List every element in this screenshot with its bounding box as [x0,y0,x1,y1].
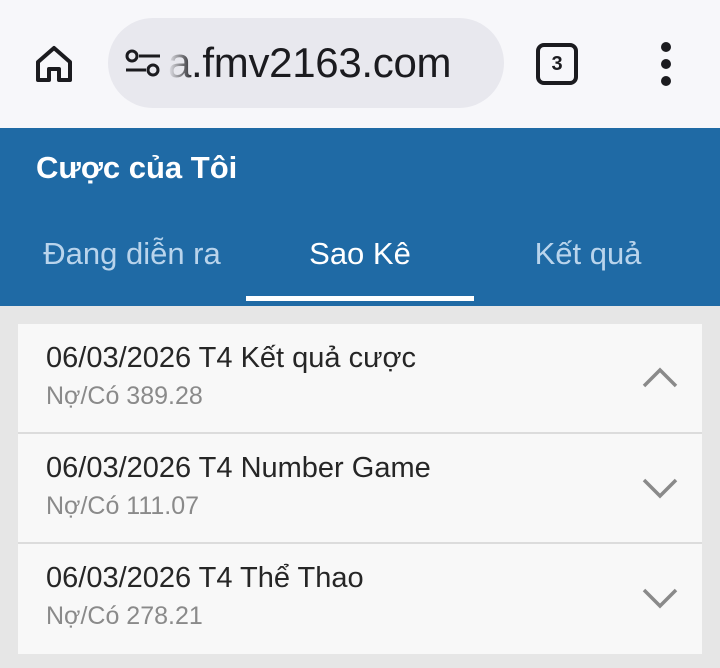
tab-statement[interactable]: Sao Kê [246,236,474,286]
list-item[interactable]: 06/03/2026 T4 Thể Thao Nợ/Có 278.21 [18,544,702,654]
chevron-down-icon[interactable] [640,582,680,612]
site-settings-button[interactable] [122,42,164,84]
tab-switcher-button[interactable]: 3 [536,43,578,85]
list-item[interactable]: 06/03/2026 T4 Number Game Nợ/Có 111.07 [18,434,702,544]
home-button[interactable] [30,40,78,88]
tab-count: 3 [551,52,563,75]
item-amount: Nợ/Có 389.28 [46,382,203,410]
item-amount: Nợ/Có 278.21 [46,602,203,630]
list-item[interactable]: 06/03/2026 T4 Kết quả cược Nợ/Có 389.28 [18,324,702,434]
address-bar[interactable]: a.fmv2163.com [108,18,504,108]
app-header: Cược của Tôi Đang diễn ra Sao Kê Kết quả [0,128,720,306]
item-title: 06/03/2026 T4 Kết quả cược [46,342,417,374]
item-title: 06/03/2026 T4 Thể Thao [46,562,364,594]
url-text[interactable]: a.fmv2163.com [168,18,452,108]
chevron-down-icon[interactable] [640,472,680,502]
page-title: Cược của Tôi [36,150,238,185]
tab-ongoing[interactable]: Đang diễn ra [0,236,246,286]
item-title: 06/03/2026 T4 Number Game [46,452,431,484]
tune-icon [125,49,160,77]
url-fade [168,18,194,108]
browser-toolbar: a.fmv2163.com 3 [0,0,720,128]
home-icon [36,46,72,82]
tab-results[interactable]: Kết quả [474,236,702,286]
item-amount: Nợ/Có 111.07 [46,492,200,520]
active-tab-indicator [246,296,474,301]
statement-list: 06/03/2026 T4 Kết quả cược Nợ/Có 389.28 … [18,324,702,654]
chevron-up-icon[interactable] [640,362,680,392]
more-vert-icon[interactable] [646,38,686,90]
